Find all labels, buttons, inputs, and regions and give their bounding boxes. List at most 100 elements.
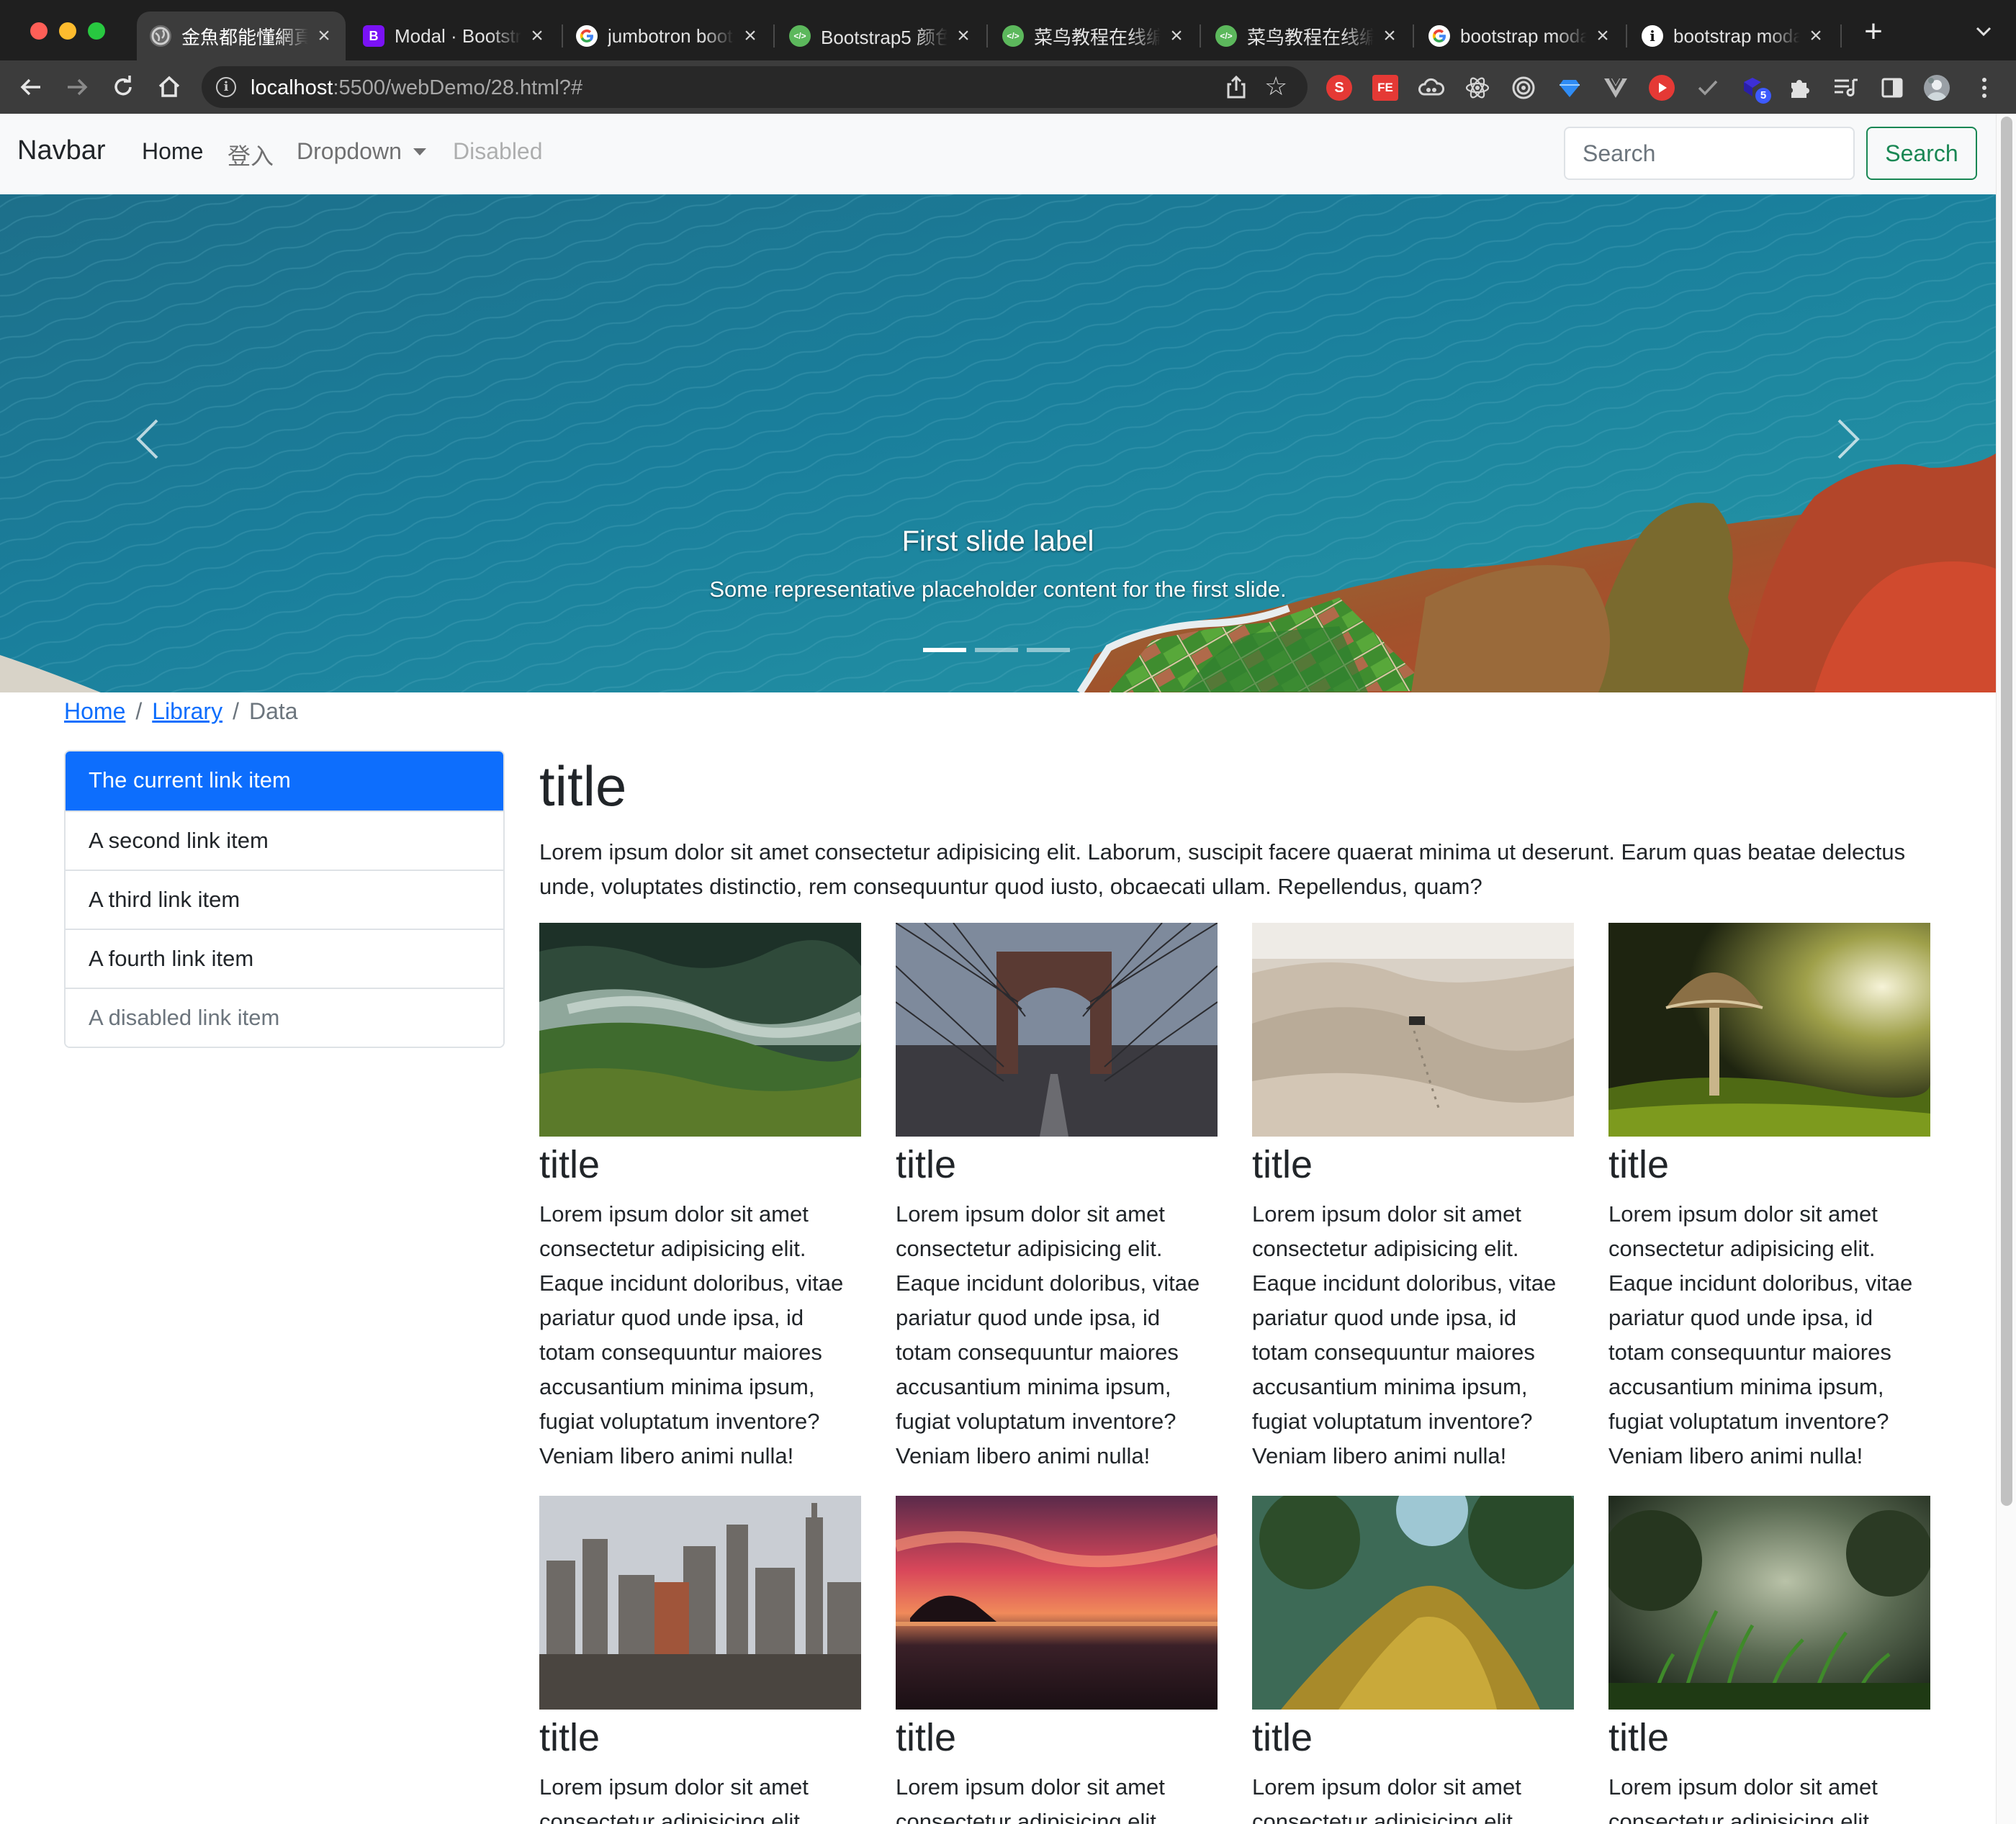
carousel-indicator-3[interactable] xyxy=(1027,648,1070,652)
navbar-brand[interactable]: Navbar xyxy=(17,135,106,166)
carousel-indicator-1[interactable] xyxy=(923,648,966,652)
address-bar[interactable]: i localhost:5500/webDemo/28.html?# ☆ xyxy=(202,66,1308,108)
close-tab-icon[interactable]: × xyxy=(742,24,759,48)
extension-badge-icon[interactable]: 5 xyxy=(1741,75,1771,104)
close-window-button[interactable] xyxy=(30,22,48,40)
close-tab-icon[interactable]: × xyxy=(1381,24,1398,48)
card-title: title xyxy=(539,1716,600,1759)
card: title Lorem ipsum dolor sit amet consect… xyxy=(1252,923,1574,1473)
card-image-bridge xyxy=(896,923,1218,1137)
carousel-next-icon[interactable] xyxy=(1817,410,1875,468)
site-info-icon[interactable]: i xyxy=(216,77,236,97)
page-viewport: Navbar Home 登入 Dropdown Disabled Search xyxy=(0,114,1996,1824)
extension-target-icon[interactable] xyxy=(1511,75,1536,101)
carousel-caption: First slide label Some representative pl… xyxy=(0,525,1996,602)
card-title: title xyxy=(1252,1716,1313,1759)
caret-down-icon xyxy=(413,148,426,155)
forward-icon[interactable] xyxy=(60,71,94,104)
search-input[interactable] xyxy=(1564,127,1855,180)
browser-toolbar: i localhost:5500/webDemo/28.html?# ☆ S F… xyxy=(0,60,2016,114)
page-scrollbar[interactable] xyxy=(1996,114,2016,1824)
reload-icon[interactable] xyxy=(107,71,140,104)
browser-tab-6[interactable]: </> 菜鸟教程在线编辑器 × xyxy=(1202,12,1411,60)
browser-tab-3[interactable]: jumbotron bootstrap × xyxy=(563,12,772,60)
card-title: title xyxy=(1608,1143,1670,1186)
extension-cloud-icon[interactable] xyxy=(1418,75,1444,101)
extension-play-icon[interactable] xyxy=(1649,75,1675,101)
zoom-window-button[interactable] xyxy=(88,22,105,40)
browser-tab-8[interactable]: i bootstrap modal × xyxy=(1629,12,1837,60)
tab-title: bootstrap modal xyxy=(1673,24,1800,47)
profile-avatar[interactable] xyxy=(1924,75,1950,101)
bookmark-star-icon[interactable]: ☆ xyxy=(1264,72,1287,101)
extension-vue-icon[interactable] xyxy=(1603,75,1629,101)
browser-menu-icon[interactable] xyxy=(1971,75,1997,101)
close-tab-icon[interactable]: × xyxy=(955,24,972,48)
tab-title: 菜鸟教程在线编辑器 xyxy=(1247,26,1374,48)
extension-fe-icon[interactable]: FE xyxy=(1372,75,1398,101)
browser-tab-5[interactable]: </> 菜鸟教程在线编辑器 × xyxy=(989,12,1198,60)
card-text: Lorem ipsum dolor sit amet consectetur a… xyxy=(539,1774,809,1824)
breadcrumb-library-link[interactable]: Library xyxy=(152,698,222,724)
tab-search-chevron-icon[interactable] xyxy=(1973,19,1994,45)
card-image-forest xyxy=(539,923,861,1137)
new-tab-icon[interactable]: + xyxy=(1859,16,1888,48)
breadcrumb-separator: / xyxy=(135,698,143,724)
extension-react-icon[interactable] xyxy=(1464,75,1490,101)
nav-link-home[interactable]: Home xyxy=(142,138,203,165)
runoob-icon: </> xyxy=(789,25,811,47)
runoob-icon: </> xyxy=(1002,25,1024,47)
breadcrumb-separator: / xyxy=(233,698,239,724)
nav-dropdown-toggle[interactable]: Dropdown xyxy=(297,138,426,165)
browser-tab-7[interactable]: bootstrap modal × xyxy=(1416,12,1624,60)
browser-tab-1[interactable]: 金魚都能懂網頁 × xyxy=(137,12,346,60)
scrollbar-thumb[interactable] xyxy=(2001,117,2012,1506)
carousel-prev-icon[interactable] xyxy=(121,410,179,468)
close-tab-icon[interactable]: × xyxy=(528,24,546,48)
browser-tab-bar: 金魚都能懂網頁 × B Modal · Bootstrap × jumbotro… xyxy=(0,0,2016,60)
tab-title: Bootstrap5 颜色 xyxy=(821,26,948,48)
url-host: localhost xyxy=(251,76,333,99)
share-icon[interactable] xyxy=(1224,75,1248,99)
close-tab-icon[interactable]: × xyxy=(315,24,333,48)
card-image-city xyxy=(539,1496,861,1710)
close-tab-icon[interactable]: × xyxy=(1807,24,1824,48)
list-group-item-third[interactable]: A third link item xyxy=(66,870,503,929)
list-group-item-current[interactable]: The current link item xyxy=(66,751,503,811)
breadcrumb-home-link[interactable]: Home xyxy=(64,698,125,724)
card: title Lorem ipsum dolor sit amet consect… xyxy=(896,923,1218,1473)
list-group-item-second[interactable]: A second link item xyxy=(66,811,503,870)
extension-check-icon[interactable] xyxy=(1695,75,1721,101)
extension-badge-count: 5 xyxy=(1755,88,1771,104)
tab-title: bootstrap modal xyxy=(1460,24,1587,47)
nav-link-login[interactable]: 登入 xyxy=(228,138,274,171)
carousel: First slide label Some representative pl… xyxy=(0,194,1996,692)
reading-list-icon[interactable] xyxy=(1833,75,1859,101)
runoob-icon: </> xyxy=(1215,25,1237,47)
carousel-slide-image xyxy=(0,194,1996,692)
card-text: Lorem ipsum dolor sit amet consectetur a… xyxy=(1608,1774,1878,1824)
card: title Lorem ipsum dolor sit amet consect… xyxy=(1252,1496,1574,1824)
close-tab-icon[interactable]: × xyxy=(1168,24,1185,48)
nav-dropdown-label: Dropdown xyxy=(297,138,402,164)
browser-tab-4[interactable]: </> Bootstrap5 颜色 × xyxy=(776,12,985,60)
list-group-item-fourth[interactable]: A fourth link item xyxy=(66,929,503,988)
extension-s-icon[interactable]: S xyxy=(1326,75,1352,101)
card-text: Lorem ipsum dolor sit amet consectetur a… xyxy=(896,1201,1200,1468)
carousel-indicators xyxy=(923,648,1070,652)
close-tab-icon[interactable]: × xyxy=(1594,24,1611,48)
carousel-indicator-2[interactable] xyxy=(975,648,1018,652)
page-icon: i xyxy=(1642,25,1663,47)
minimize-window-button[interactable] xyxy=(59,22,76,40)
globe-icon xyxy=(150,25,171,47)
search-button[interactable]: Search xyxy=(1866,127,1977,180)
card-image-sunset xyxy=(896,1496,1218,1710)
browser-tab-2[interactable]: B Modal · Bootstrap × xyxy=(350,12,559,60)
extensions-puzzle-icon[interactable] xyxy=(1787,75,1813,101)
main-content: title Lorem ipsum dolor sit amet consect… xyxy=(539,750,1972,904)
side-panel-icon[interactable] xyxy=(1879,75,1905,101)
home-icon[interactable] xyxy=(153,71,186,104)
card-text: Lorem ipsum dolor sit amet consectetur a… xyxy=(1252,1201,1557,1468)
back-icon[interactable] xyxy=(14,71,48,104)
extension-gem-icon[interactable] xyxy=(1557,75,1583,101)
